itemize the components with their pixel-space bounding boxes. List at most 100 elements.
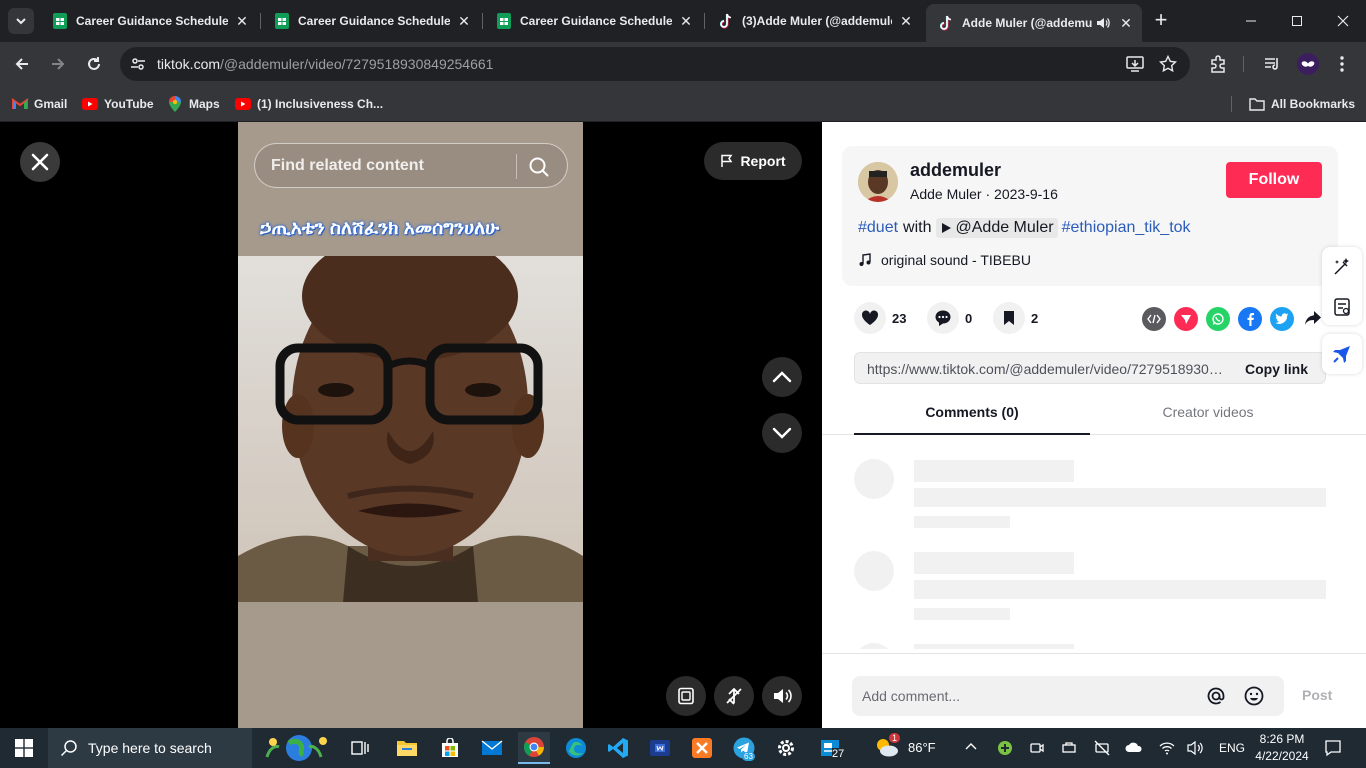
copy-link-button[interactable]: Copy link	[1245, 361, 1308, 377]
mention-icon[interactable]	[1206, 686, 1226, 706]
telegram-button[interactable]: 63	[728, 732, 760, 764]
close-tab-icon[interactable]: ✕	[898, 13, 914, 29]
clock[interactable]: 8:26 PM 4/22/2024	[1254, 732, 1310, 763]
news-widget-button[interactable]: 27	[812, 732, 850, 764]
url-text[interactable]: tiktok.com/@addemuler/video/727951893084…	[157, 56, 493, 72]
install-app-icon[interactable]	[1126, 55, 1144, 73]
assistant-button[interactable]	[1322, 334, 1362, 374]
search-icon[interactable]	[527, 155, 551, 179]
speaker-icon[interactable]	[1187, 740, 1205, 756]
site-info-icon[interactable]	[130, 56, 146, 72]
notification-center-button[interactable]	[1324, 739, 1342, 757]
browser-tab[interactable]: (3)Adde Muler (@addemuler ✕	[706, 6, 922, 36]
picture-in-picture-button[interactable]	[666, 676, 706, 716]
back-button[interactable]	[8, 50, 36, 78]
find-related-search[interactable]: Find related content	[254, 143, 568, 188]
minimize-button[interactable]	[1228, 0, 1274, 42]
emoji-icon[interactable]	[1244, 686, 1264, 706]
avatar[interactable]	[858, 162, 898, 202]
add-comment-input[interactable]: Add comment...	[852, 676, 1284, 716]
browser-tab-active[interactable]: Adde Muler (@addemuler ✕	[926, 4, 1142, 42]
bookmark-maps[interactable]: Maps	[167, 94, 220, 114]
xampp-button[interactable]	[686, 732, 718, 764]
extensions-button[interactable]	[1204, 50, 1232, 78]
browser-menu-button[interactable]	[1328, 50, 1356, 78]
whatsapp-icon[interactable]	[1206, 307, 1230, 331]
microsoft-store-button[interactable]	[434, 732, 466, 764]
forward-button[interactable]	[44, 50, 72, 78]
comment-stat[interactable]: 0	[927, 300, 972, 336]
bookmark-star-icon[interactable]	[1159, 55, 1177, 73]
browser-tab[interactable]: Career Guidance Schedule-2 ✕	[262, 6, 480, 36]
favorite-stat[interactable]: 2	[993, 300, 1038, 336]
comment-icon[interactable]	[927, 302, 959, 334]
follow-button[interactable]: Follow	[1226, 162, 1322, 198]
bookmark-gmail[interactable]: Gmail	[12, 94, 67, 114]
media-control-button[interactable]	[1258, 50, 1286, 78]
tray-meet-icon[interactable]	[1029, 740, 1045, 756]
heart-icon[interactable]	[854, 302, 886, 334]
tray-drive-icon[interactable]	[1094, 740, 1110, 756]
audio-playing-icon[interactable]	[1096, 17, 1112, 29]
edge-button[interactable]	[560, 732, 592, 764]
chrome-button[interactable]	[518, 732, 550, 764]
tab-search-button[interactable]	[8, 8, 34, 34]
hashtag-link[interactable]: #ethiopian_tik_tok	[1062, 219, 1191, 237]
wifi-icon[interactable]	[1159, 740, 1175, 756]
close-video-button[interactable]	[20, 142, 60, 182]
tab-comments[interactable]: Comments (0)	[854, 404, 1090, 434]
tray-usb-icon[interactable]	[1061, 740, 1077, 756]
mail-button[interactable]	[476, 732, 508, 764]
all-bookmarks-button[interactable]: All Bookmarks	[1249, 94, 1355, 114]
profile-button[interactable]	[1294, 50, 1322, 78]
browser-tab[interactable]: Career Guidance Schedule-2 ✕	[484, 6, 702, 36]
close-window-button[interactable]	[1320, 0, 1366, 42]
app-button-w[interactable]	[644, 732, 676, 764]
settings-button[interactable]	[770, 732, 802, 764]
tray-app-icon[interactable]	[996, 740, 1014, 756]
bookmark-youtube[interactable]: YouTube	[82, 94, 154, 114]
video-frame[interactable]: Find related content ኃጢአቴን ስለሸፈንክ አመሰግንሀ…	[238, 122, 583, 728]
music-link[interactable]: original sound - TIBEBU	[858, 252, 1031, 268]
address-bar[interactable]: tiktok.com/@addemuler/video/727951893084…	[120, 47, 1190, 81]
vscode-button[interactable]	[602, 732, 634, 764]
send-to-friends-icon[interactable]	[1174, 307, 1198, 331]
magic-wand-icon[interactable]	[1332, 257, 1352, 277]
bookmark-inclusiveness[interactable]: (1) Inclusiveness Ch...	[235, 94, 383, 114]
task-view-button[interactable]	[344, 732, 376, 764]
close-tab-icon[interactable]: ✕	[456, 13, 472, 29]
mention-link[interactable]: @Adde Muler	[935, 218, 1058, 238]
post-comment-button[interactable]: Post	[1302, 687, 1332, 703]
maximize-button[interactable]	[1274, 0, 1320, 42]
search-highlight-image[interactable]	[258, 732, 334, 764]
close-tab-icon[interactable]: ✕	[678, 13, 694, 29]
reload-button[interactable]	[80, 50, 108, 78]
embed-icon[interactable]	[1142, 307, 1166, 331]
close-tab-icon[interactable]: ✕	[234, 13, 250, 29]
tab-creator-videos[interactable]: Creator videos	[1090, 404, 1326, 434]
language-indicator[interactable]: ENG	[1219, 741, 1245, 755]
close-tab-icon[interactable]: ✕	[1118, 15, 1134, 31]
new-tab-button[interactable]: +	[1150, 9, 1172, 32]
report-button[interactable]: Report	[704, 142, 802, 180]
twitter-icon[interactable]	[1270, 307, 1294, 331]
taskbar-search[interactable]: Type here to search	[48, 728, 252, 768]
bookmark-icon[interactable]	[993, 302, 1025, 334]
author-username[interactable]: addemuler	[910, 160, 1001, 181]
start-button[interactable]	[8, 732, 40, 764]
video-link-text[interactable]: https://www.tiktok.com/@addemuler/video/…	[867, 361, 1227, 377]
show-hidden-icons-button[interactable]	[964, 741, 978, 751]
facebook-icon[interactable]	[1238, 307, 1262, 331]
checklist-icon[interactable]	[1332, 297, 1352, 317]
share-more-icon[interactable]	[1304, 310, 1322, 326]
onedrive-icon[interactable]	[1125, 741, 1143, 753]
previous-video-button[interactable]	[762, 357, 802, 397]
file-explorer-button[interactable]	[391, 732, 423, 764]
volume-button[interactable]	[762, 676, 802, 716]
browser-tab[interactable]: Career Guidance Schedule-2 ✕	[40, 6, 258, 36]
next-video-button[interactable]	[762, 413, 802, 453]
weather-widget[interactable]: 1 86°F	[874, 733, 936, 758]
like-stat[interactable]: 23	[854, 300, 906, 336]
autoscroll-button[interactable]	[714, 676, 754, 716]
hashtag-link[interactable]: #duet	[858, 219, 898, 237]
